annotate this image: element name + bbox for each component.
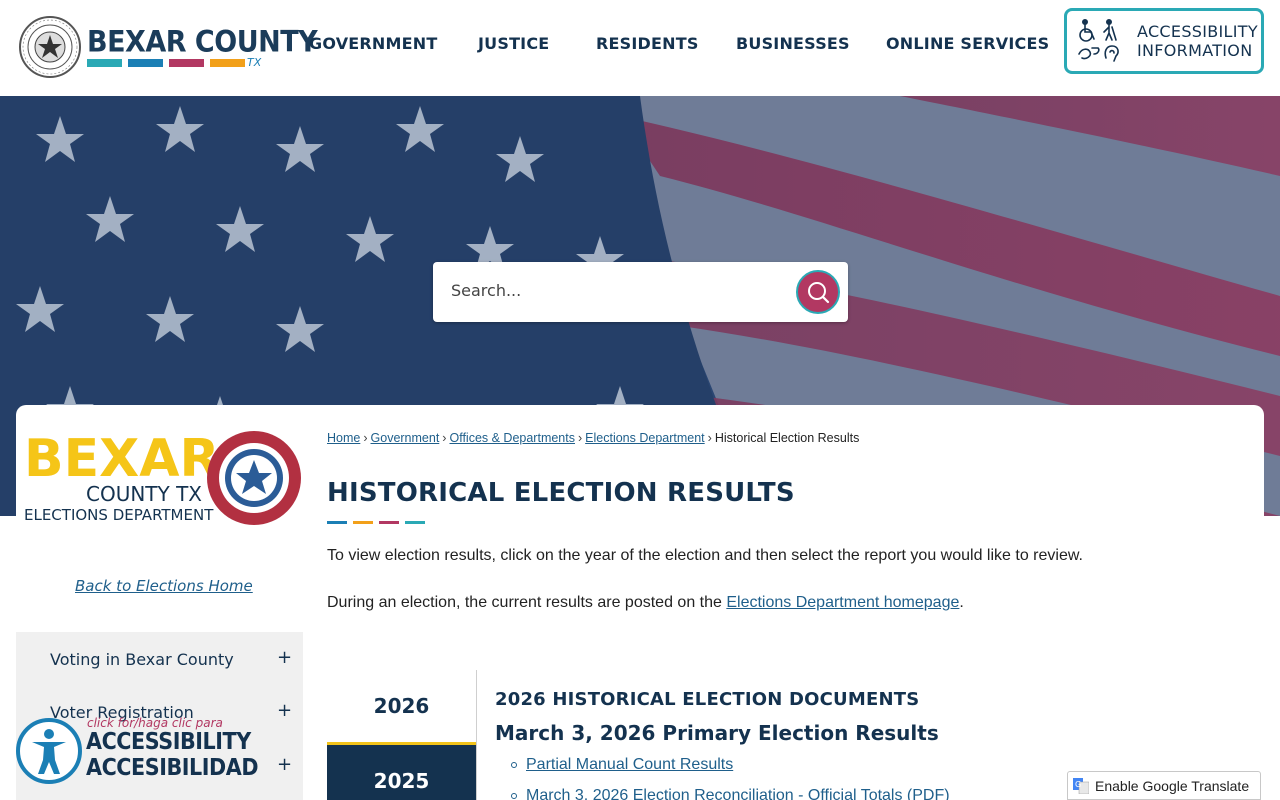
page-title: HISTORICAL ELECTION RESULTS: [327, 478, 795, 508]
title-underline-bars: [327, 521, 425, 524]
tab-2025[interactable]: 2025: [327, 745, 476, 800]
brand-logo[interactable]: BEXAR COUNTY TX: [87, 24, 318, 69]
nav-businesses[interactable]: BUSINESSES: [736, 34, 850, 53]
accessibility-label-line1: ACCESSIBILITY: [1137, 22, 1258, 41]
google-translate-icon: G: [1073, 778, 1089, 794]
breadcrumb-home[interactable]: Home: [327, 431, 360, 445]
partial-manual-count-link[interactable]: Partial Manual Count Results: [526, 756, 733, 773]
reconciliation-pdf-link[interactable]: March 3, 2026 Election Reconciliation - …: [526, 787, 950, 800]
list-item: March 3, 2026 Election Reconciliation - …: [511, 787, 950, 800]
breadcrumb-offices-departments[interactable]: Offices & Departments: [449, 431, 575, 445]
nav-residents[interactable]: RESIDENTS: [596, 34, 699, 53]
breadcrumb-government[interactable]: Government: [371, 431, 440, 445]
logo-line1: BEXAR: [24, 429, 220, 489]
search-button[interactable]: [796, 270, 840, 314]
accessibility-icons: [1078, 18, 1119, 62]
accessibility-label: ACCESSIBILITY INFORMATION: [1137, 22, 1258, 60]
bullet-icon: [511, 761, 517, 768]
sidebar-item-voting[interactable]: Voting in Bexar County: [50, 650, 234, 669]
svg-text:G: G: [1075, 780, 1081, 789]
homepage-paragraph-prefix: During an election, the current results …: [327, 594, 727, 611]
tab-divider: [476, 670, 477, 800]
search-box: [433, 262, 848, 322]
sidebar-expand-voter-registration[interactable]: +: [277, 700, 292, 721]
accessibility-widget[interactable]: click for/haga clic para ACCESSIBILITY A…: [16, 716, 259, 788]
intro-paragraph: To view election results, click on the y…: [327, 547, 1083, 564]
county-seal-logo[interactable]: [18, 15, 82, 79]
breadcrumb: Home › Government › Offices & Departments › El…: [327, 431, 859, 445]
brand-color-bars: [87, 59, 317, 67]
search-input[interactable]: [451, 281, 791, 300]
homepage-paragraph-suffix: .: [959, 594, 964, 611]
homepage-paragraph: During an election, the current results …: [327, 594, 964, 612]
site-header: BEXAR COUNTY TX GOVERNMENT JUSTICE RESID…: [0, 0, 1280, 96]
nav-online-services[interactable]: ONLINE SERVICES: [886, 34, 1049, 53]
elections-homepage-link[interactable]: Elections Department homepage: [726, 594, 959, 611]
logo-line3: ELECTIONS DEPARTMENT: [24, 506, 214, 524]
breadcrumb-separator: ›: [363, 431, 368, 445]
accessibility-widget-line1: ACCESSIBILITY: [86, 729, 251, 755]
search-icon: [808, 282, 830, 304]
nav-justice[interactable]: JUSTICE: [478, 34, 549, 53]
brand-name: BEXAR COUNTY: [87, 24, 318, 59]
brand-suffix: TX: [247, 56, 262, 69]
accessibility-information-button[interactable]: ACCESSIBILITY INFORMATION: [1064, 8, 1264, 74]
logo-line2: COUNTY TX: [86, 482, 202, 506]
breadcrumb-separator: ›: [442, 431, 447, 445]
documents-heading: 2026 HISTORICAL ELECTION DOCUMENTS: [495, 689, 920, 710]
elections-department-logo[interactable]: BEXAR COUNTY TX ELECTIONS DEPARTMENT: [24, 428, 304, 528]
tab-2026[interactable]: 2026: [327, 670, 476, 745]
documents-subheading: March 3, 2026 Primary Election Results: [495, 721, 939, 745]
breadcrumb-current: Historical Election Results: [714, 431, 860, 445]
accessibility-widget-line2: ACCESIBILIDAD: [86, 755, 259, 781]
bullet-icon: [511, 792, 517, 799]
google-translate-button[interactable]: G Enable Google Translate: [1067, 771, 1261, 800]
breadcrumb-separator: ›: [577, 431, 583, 445]
list-item: Partial Manual Count Results: [511, 756, 733, 774]
accessibility-click-text: click for/haga clic para: [87, 716, 223, 730]
sidebar-expand-item-3[interactable]: +: [277, 754, 292, 775]
nav-government[interactable]: GOVERNMENT: [309, 34, 437, 53]
google-translate-label: Enable Google Translate: [1095, 778, 1250, 794]
back-to-elections-home-link[interactable]: Back to Elections Home: [75, 577, 253, 595]
accessibility-label-line2: INFORMATION: [1137, 41, 1253, 60]
breadcrumb-separator: ›: [707, 431, 712, 445]
breadcrumb-elections-department[interactable]: Elections Department: [585, 431, 705, 445]
accessibility-person-icon: [16, 718, 82, 784]
sidebar-expand-voting[interactable]: +: [277, 647, 292, 668]
